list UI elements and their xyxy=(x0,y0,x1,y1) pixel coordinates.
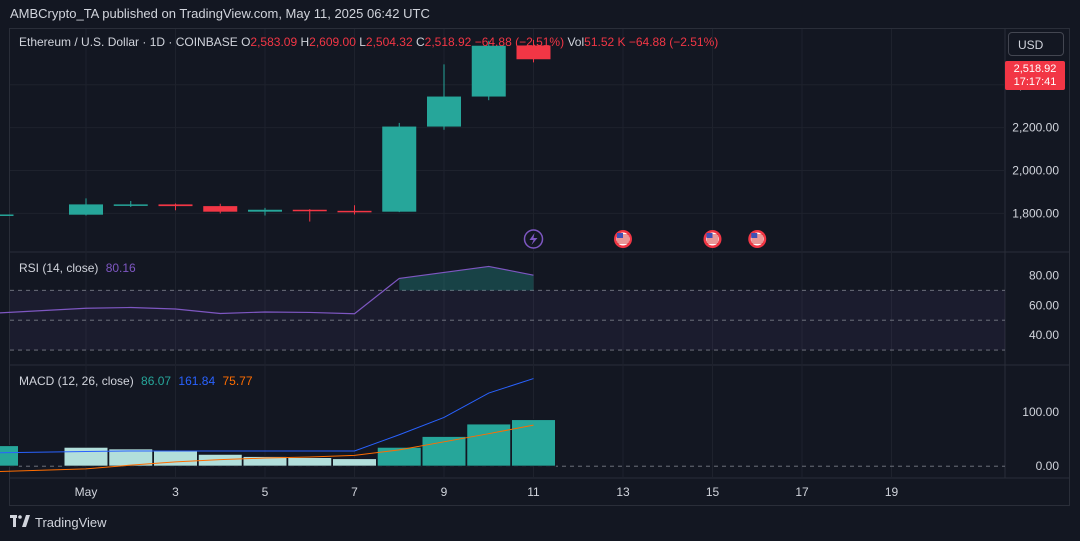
x-tick-label: 5 xyxy=(262,485,269,499)
macd-histogram-bar xyxy=(332,458,377,467)
rsi-tick-label: 80.00 xyxy=(1029,268,1059,282)
macd-label[interactable]: MACD (12, 26, close) xyxy=(19,374,134,388)
candle-body xyxy=(471,45,506,97)
change-value: −64.88 (−2.51%) xyxy=(474,35,565,49)
price-tick-label: 2,000.00 xyxy=(1012,164,1059,178)
rsi-tick-label: 60.00 xyxy=(1029,298,1059,312)
x-tick-label: 13 xyxy=(616,485,630,499)
x-tick-label: 11 xyxy=(527,485,540,499)
x-tick-label: 15 xyxy=(706,485,720,499)
open-value: 2,583.09 xyxy=(250,35,298,49)
us-flag-canton xyxy=(706,233,713,238)
candle-body xyxy=(113,204,148,206)
rsi-tick-label: 40.00 xyxy=(1029,328,1059,342)
x-tick-label: May xyxy=(75,485,98,499)
high-label: H xyxy=(300,35,310,49)
macd-histogram-bar xyxy=(63,446,109,467)
tradingview-logo[interactable]: TradingView xyxy=(10,515,107,530)
rsi-legend: RSI (14, close) 80.16 xyxy=(19,261,136,275)
macd-legend: MACD (12, 26, close) 86.07 161.84 75.77 xyxy=(19,374,253,388)
tradingview-brand: TradingView xyxy=(35,515,107,530)
tradingview-logo-icon xyxy=(10,515,30,530)
x-tick-label: 9 xyxy=(441,485,448,499)
us-flag-canton xyxy=(617,233,623,238)
symbol-name[interactable]: Ethereum / U.S. Dollar · 1D · COINBASE xyxy=(19,35,238,49)
x-tick-label: 19 xyxy=(885,485,899,499)
last-price-tag: 2,518.92 17:17:41 xyxy=(1005,61,1065,90)
close-label: C xyxy=(415,35,425,49)
macd-line-value: 161.84 xyxy=(178,374,216,388)
us-flag-canton xyxy=(751,233,758,238)
price-tick-label: 2,200.00 xyxy=(1012,121,1059,135)
rsi-value: 80.16 xyxy=(105,261,136,275)
macd-histogram-bar xyxy=(153,450,198,467)
volume-change: −64.88 (−2.51%) xyxy=(628,35,719,49)
candle-body xyxy=(69,204,103,215)
low-label: L xyxy=(359,35,366,49)
macd-signal-value: 75.77 xyxy=(222,374,253,388)
low-value: 2,504.32 xyxy=(365,35,413,49)
candle-body xyxy=(0,214,14,216)
bar-countdown: 17:17:41 xyxy=(1013,76,1057,88)
symbol-legend: Ethereum / U.S. Dollar · 1D · COINBASE O… xyxy=(19,35,718,49)
volume-value: 51.52 K xyxy=(584,35,626,49)
currency-button[interactable]: USD xyxy=(1008,32,1064,56)
x-tick-label: 17 xyxy=(795,485,809,499)
last-price: 2,518.92 xyxy=(1013,63,1057,75)
macd-tick-label: 0.00 xyxy=(1036,459,1060,473)
high-value: 2,609.00 xyxy=(309,35,356,49)
candle-body xyxy=(292,209,327,212)
rsi-label[interactable]: RSI (14, close) xyxy=(19,261,98,275)
macd-histogram-bar xyxy=(511,419,556,467)
candle-body xyxy=(337,210,372,213)
candle-body xyxy=(382,126,417,212)
x-tick-label: 7 xyxy=(351,485,358,499)
macd-histogram-bar xyxy=(287,457,333,467)
candle-body xyxy=(248,209,282,212)
x-tick-label: 3 xyxy=(172,485,179,499)
chart-canvas[interactable]: May 3 5 7 9 11 13 15 17 19 1,800.00 2,000.00 2,200.0… xyxy=(0,0,1080,541)
close-value: 2,518.92 xyxy=(424,35,472,49)
macd-tick-label: 100.00 xyxy=(1022,405,1059,419)
candle-body xyxy=(427,96,461,127)
price-tick-label: 1,800.00 xyxy=(1012,206,1059,220)
candle-body xyxy=(158,204,193,207)
candle-body xyxy=(203,206,238,212)
macd-histogram-bar xyxy=(421,435,467,467)
volume-label: Vol xyxy=(567,35,585,49)
macd-histogram-bar xyxy=(0,445,19,467)
macd-hist-value: 86.07 xyxy=(141,374,172,388)
